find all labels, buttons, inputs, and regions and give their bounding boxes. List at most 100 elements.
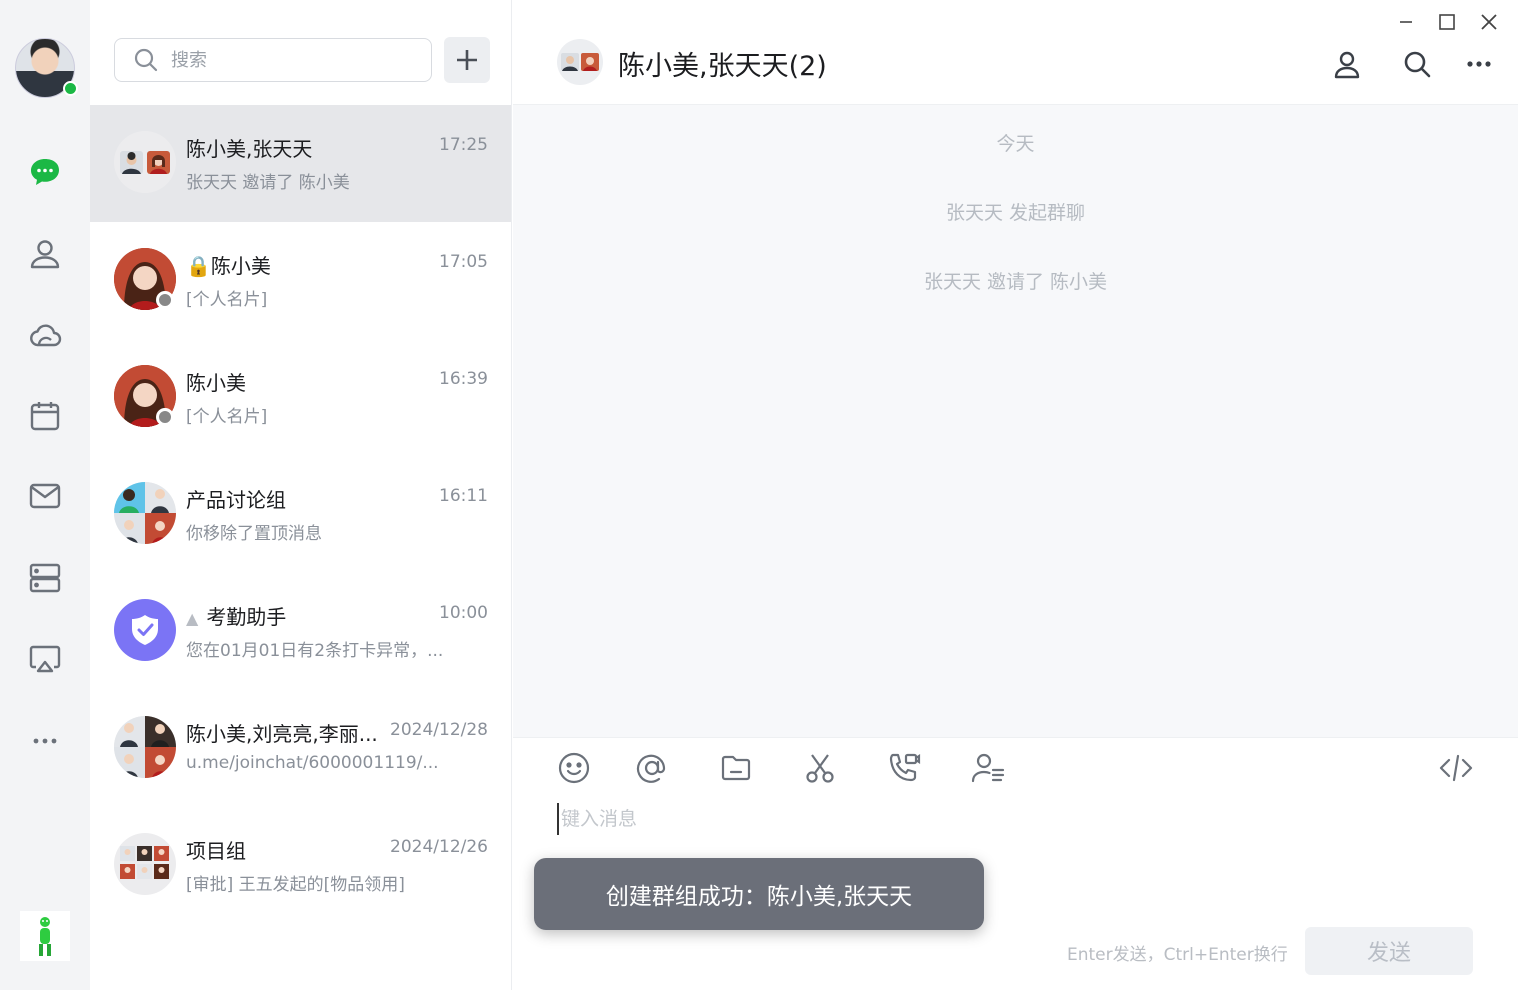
emoji-icon [558, 752, 590, 784]
server-icon [29, 563, 61, 593]
chat-bubble-icon [31, 159, 59, 185]
conversation-time: 17:05 [439, 252, 488, 272]
chat-header: 陈小美,张天天(2) [513, 0, 1518, 105]
search-box[interactable] [114, 38, 432, 82]
conversation-item[interactable]: 🔒陈小美 17:05 [个人名片] [90, 222, 511, 339]
nav-cloud[interactable] [24, 314, 66, 356]
conversation-preview: 您在01月01日有2条打卡异常，... [186, 641, 444, 661]
close-button[interactable] [1474, 8, 1504, 36]
conversation-time: 2024/12/26 [390, 837, 488, 857]
conversation-preview: [个人名片] [186, 407, 268, 427]
person-list-icon [971, 753, 1005, 783]
conversation-name: 陈小美,刘亮亮,李丽... [186, 722, 378, 746]
conversation-preview: 张天天 邀请了 陈小美 [186, 173, 350, 193]
conversation-time: 2024/12/28 [390, 720, 488, 740]
message-input[interactable] [557, 803, 1457, 835]
file-button[interactable] [714, 748, 758, 788]
robot-icon [39, 917, 51, 956]
system-message: 张天天 邀请了 陈小美 [923, 271, 1108, 293]
conversation-name: 产品讨论组 [186, 488, 286, 512]
more-options-button[interactable] [1459, 44, 1499, 84]
conversation-preview: [个人名片] [186, 290, 268, 310]
conversation-name: 陈小美,张天天 [186, 137, 313, 161]
nav-contacts[interactable] [24, 233, 66, 275]
group-avatar [114, 131, 176, 193]
nav-rail [0, 0, 90, 990]
conversation-item[interactable]: 项目组 2024/12/26 [审批] 王五发起的[物品领用] [90, 807, 511, 924]
conversation-item[interactable]: 陈小美,刘亮亮,李丽... 2024/12/28 u.me/joinchat/6… [90, 690, 511, 807]
cloud-icon [30, 324, 62, 347]
compose-toolbar [513, 737, 1518, 797]
nav-screen-share[interactable] [24, 638, 66, 680]
add-member-button[interactable] [966, 748, 1010, 788]
chat-title: 陈小美,张天天(2) [618, 51, 827, 82]
close-icon [1481, 14, 1497, 30]
conversation-time: 16:39 [439, 369, 488, 389]
conversation-item[interactable]: ▲ 考勤助手 10:00 您在01月01日有2条打卡异常，... [90, 573, 511, 690]
minimize-icon [1400, 21, 1412, 23]
search-input[interactable] [171, 49, 401, 71]
shield-check-icon [132, 615, 158, 645]
conversation-time: 17:25 [439, 135, 488, 155]
conversation-time: 16:11 [439, 486, 488, 506]
at-sign-icon [636, 754, 666, 783]
members-button[interactable] [1327, 44, 1367, 84]
mute-bell-icon: ▲ [186, 609, 199, 628]
conversation-list-panel: 陈小美,张天天 17:25 张天天 邀请了 陈小美 🔒陈小美 17:05 [个人… [90, 0, 512, 990]
conversation-item[interactable]: 陈小美,张天天 17:25 张天天 邀请了 陈小美 [90, 105, 511, 222]
maximize-icon [1439, 14, 1455, 30]
nav-calendar[interactable] [24, 395, 66, 437]
message-area: 今天 张天天 发起群聊 张天天 邀请了 陈小美 [513, 105, 1518, 737]
plus-icon [457, 50, 477, 70]
conversation-time: 10:00 [439, 603, 488, 623]
group-avatar [114, 833, 176, 895]
more-dots-icon [33, 738, 57, 744]
mention-button[interactable] [630, 748, 674, 788]
conversation-item[interactable]: 陈小美 16:39 [个人名片] [90, 339, 511, 456]
call-button[interactable] [882, 748, 926, 788]
chat-search-button[interactable] [1397, 44, 1437, 84]
online-status-dot [63, 81, 78, 96]
search-icon [1404, 51, 1431, 78]
nav-mail[interactable] [24, 475, 66, 517]
conversation-name: 陈小美 [186, 371, 246, 395]
minimize-button[interactable] [1391, 8, 1421, 36]
code-icon [1439, 754, 1473, 782]
add-button[interactable] [444, 37, 490, 83]
chat-group-avatar[interactable] [557, 39, 603, 85]
calendar-icon [30, 402, 60, 431]
emoji-button[interactable] [552, 748, 596, 788]
conversation-preview: u.me/joinchat/6000001119/... [186, 753, 439, 773]
phone-video-icon [889, 753, 921, 782]
send-button[interactable]: 发送 [1305, 927, 1473, 975]
conversation-name: 🔒陈小美 [186, 254, 271, 278]
nav-chat[interactable] [24, 151, 66, 193]
attendance-bot-avatar [114, 599, 176, 661]
conversation-name: 项目组 [186, 839, 246, 863]
offline-status-dot [156, 291, 174, 309]
conversation-name: ▲ 考勤助手 [186, 605, 287, 629]
system-message: 张天天 发起群聊 [945, 202, 1086, 224]
nav-storage[interactable] [24, 557, 66, 599]
more-dots-icon [1467, 61, 1491, 67]
assistant-bot-button[interactable] [20, 911, 70, 961]
person-icon [1334, 51, 1360, 79]
conversation-preview: 你移除了置顶消息 [186, 524, 322, 544]
nav-more[interactable] [24, 720, 66, 762]
conversation-preview: [审批] 王五发起的[物品领用] [186, 875, 405, 895]
group-avatar [114, 482, 176, 544]
airplay-icon [29, 645, 61, 673]
conversation-item[interactable]: 产品讨论组 16:11 你移除了置顶消息 [90, 456, 511, 573]
group-avatar [114, 716, 176, 778]
maximize-button[interactable] [1432, 8, 1462, 36]
screenshot-button[interactable] [798, 748, 842, 788]
send-hint: Enter发送，Ctrl+Enter换行 [1067, 945, 1288, 965]
toast-notification: 创建群组成功：陈小美,张天天 [534, 858, 984, 930]
offline-status-dot [156, 408, 174, 426]
lock-icon: 🔒 [186, 254, 211, 278]
date-divider: 今天 [996, 133, 1035, 155]
chat-panel: 陈小美,张天天(2) 今天 张天天 发起群聊 张天天 邀请了 陈小美 键入消息 … [513, 0, 1518, 990]
code-block-button[interactable] [1434, 748, 1478, 788]
scissors-icon [806, 754, 834, 783]
folder-icon [721, 755, 751, 781]
